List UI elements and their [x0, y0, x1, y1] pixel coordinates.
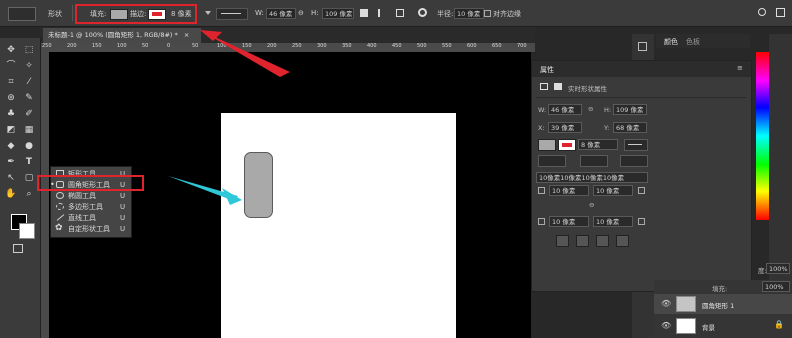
layer-row[interactable]: 👁 背景 🔒	[654, 316, 792, 336]
x-label: X:	[538, 124, 545, 132]
lock-icon: 🔒	[774, 320, 784, 329]
properties-header: 属性 ≡	[532, 61, 751, 77]
corner-tl-icon	[538, 187, 545, 194]
corner-tr-input[interactable]: 10 像素	[593, 185, 633, 196]
layer-row[interactable]: 👁 圆角矩形 1	[654, 294, 792, 314]
layer-fill-input[interactable]: 100%	[762, 281, 790, 292]
properties-fill-swatch[interactable]	[538, 139, 556, 151]
layers-panel: 填充: 100% 👁 圆角矩形 1 👁 背景 🔒	[654, 280, 792, 338]
link-icon[interactable]: ⊖	[589, 201, 594, 209]
line-icon	[56, 214, 65, 221]
ellipse-icon	[56, 192, 64, 199]
properties-x-input[interactable]: 39 像素	[548, 122, 582, 133]
live-shape-section-label: 实时形状属性	[568, 85, 607, 93]
corner-bl-icon	[538, 218, 545, 225]
custom-shape-icon: ✿	[55, 223, 63, 233]
properties-height-input[interactable]: 109 像素	[613, 104, 647, 115]
opacity-input[interactable]: 100%	[766, 263, 790, 274]
properties-stroke-width[interactable]: 8 像素	[578, 139, 618, 150]
stroke-caps-select[interactable]	[580, 155, 608, 167]
panel-menu-icon[interactable]: ≡	[737, 64, 743, 72]
properties-stroke-type[interactable]	[624, 139, 648, 151]
properties-panel: 属性 ≡ 实时形状属性 W: 46 像素 ⊖ H: 109 像素 X: 39 像…	[531, 60, 752, 292]
layer-name: 圆角矩形 1	[702, 302, 735, 310]
properties-title: 属性	[540, 66, 554, 74]
link-icon[interactable]: ⊖	[588, 105, 593, 113]
properties-y-input[interactable]: 68 像素	[613, 122, 647, 133]
corner-radius-all-input[interactable]: 10像素10像素10像素10像素	[536, 172, 648, 183]
flyout-item-line[interactable]: 直线工具 U	[51, 213, 131, 223]
stroke-corners-select[interactable]	[620, 155, 648, 167]
exclude-shapes-icon[interactable]	[616, 235, 629, 247]
flyout-item-custom-shape[interactable]: ✿ 自定形状工具 U	[51, 223, 131, 234]
annotation-box-rounded-rect-tool	[37, 175, 144, 191]
fill-label: 填充:	[712, 285, 728, 293]
layer-thumbnail	[676, 296, 696, 312]
corner-br-icon	[638, 218, 645, 225]
stroke-align-select[interactable]	[538, 155, 566, 167]
polygon-icon	[56, 203, 64, 210]
color-panel-tabs: 颜色 色板	[656, 34, 750, 48]
corner-tr-icon	[638, 187, 645, 194]
mask-properties-icon[interactable]	[554, 83, 562, 90]
color-spectrum[interactable]	[756, 52, 769, 220]
properties-stroke-swatch[interactable]	[558, 139, 576, 151]
shape-properties-icon[interactable]	[540, 83, 548, 90]
tab-swatches[interactable]: 色板	[686, 37, 700, 47]
h-label: H:	[604, 106, 612, 114]
flyout-item-ellipse[interactable]: 椭圆工具 U	[51, 191, 131, 201]
eye-icon[interactable]: 👁	[661, 321, 671, 330]
corner-tl-input[interactable]: 10 像素	[549, 185, 589, 196]
tab-color[interactable]: 颜色	[664, 37, 678, 47]
combine-shapes-icon[interactable]	[556, 235, 569, 247]
w-label: W:	[538, 106, 547, 114]
corner-br-input[interactable]: 10 像素	[593, 216, 633, 227]
intersect-shapes-icon[interactable]	[596, 235, 609, 247]
flyout-item-polygon[interactable]: 多边形工具 U	[51, 202, 131, 212]
divider	[536, 97, 746, 98]
subtract-shapes-icon[interactable]	[576, 235, 589, 247]
layer-name: 背景	[702, 324, 715, 332]
layer-thumbnail	[676, 318, 696, 334]
corner-bl-input[interactable]: 10 像素	[549, 216, 589, 227]
eye-icon[interactable]: 👁	[661, 299, 671, 308]
history-icon[interactable]	[638, 42, 647, 51]
properties-width-input[interactable]: 46 像素	[548, 104, 582, 115]
y-label: Y:	[604, 124, 610, 132]
